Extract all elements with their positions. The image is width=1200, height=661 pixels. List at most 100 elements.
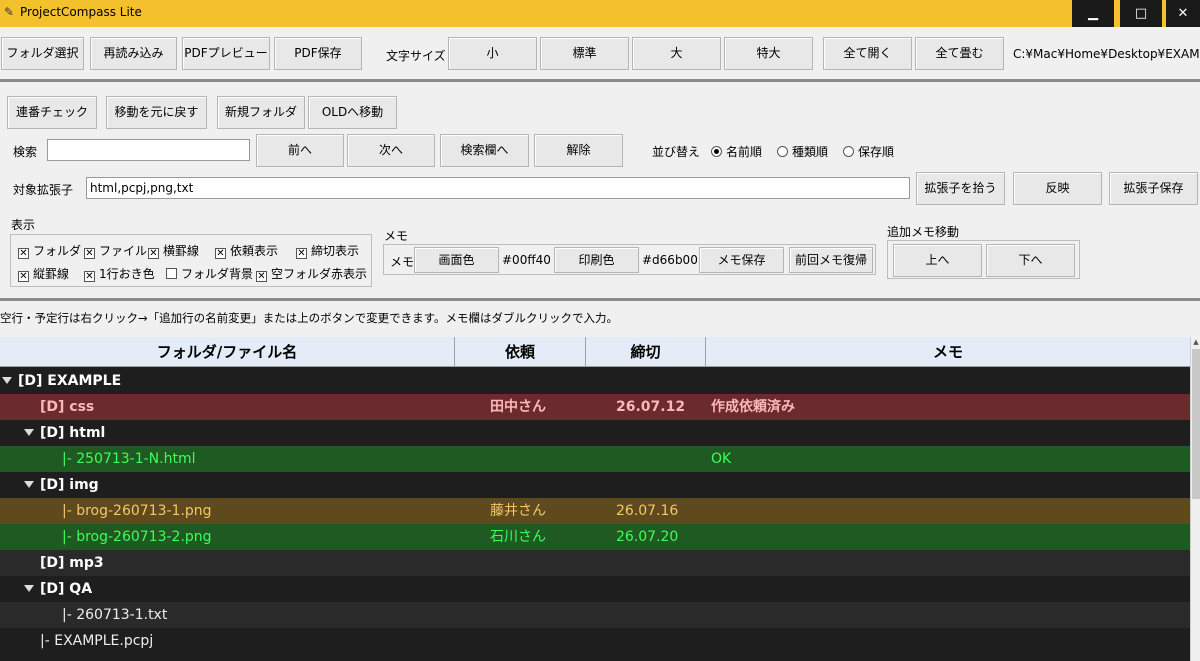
control-panel: フォルダ選択 再読み込み PDFプレビュー PDF保存 文字サイズ 小 標準 大… — [0, 27, 1200, 337]
sort-by-saved-radio[interactable]: 保存順 — [843, 143, 894, 160]
pick-extensions-button[interactable]: 拡張子を拾う — [916, 172, 1005, 205]
tree-row[interactable]: |- brog-260713-1.png 藤井さん 26.07.16 — [0, 498, 1190, 524]
vertical-scrollbar[interactable]: ▲ — [1190, 337, 1200, 661]
serial-check-button[interactable]: 連番チェック — [7, 96, 97, 129]
memo-inner-label: メモ — [390, 255, 415, 269]
pdf-save-button[interactable]: PDF保存 — [274, 37, 362, 70]
column-header-request[interactable]: 依頼 — [455, 337, 586, 367]
row-name-cell: [D] mp3 — [40, 550, 104, 576]
row-memo-cell[interactable]: 作成依頼済み — [711, 394, 795, 420]
display-group-label: 表示 — [11, 218, 36, 232]
search-prev-button[interactable]: 前へ — [256, 134, 344, 167]
checkmark-icon: ✕ — [148, 248, 159, 259]
row-name-cell: [D] css — [40, 394, 94, 420]
tree-row[interactable]: |- 260713-1.txt — [0, 602, 1190, 628]
row-name-cell: [D] QA — [24, 576, 92, 602]
extensions-input[interactable] — [86, 177, 910, 199]
folder-background-checkbox[interactable]: フォルダ背景 — [166, 265, 253, 282]
maximize-button[interactable]: □ — [1120, 0, 1162, 27]
row-request-cell: 石川さん — [490, 529, 546, 545]
memo-group-label: メモ — [384, 229, 409, 243]
show-folders-checkbox[interactable]: ✕ フォルダ — [18, 242, 81, 259]
pdf-preview-button[interactable]: PDFプレビュー — [182, 37, 270, 70]
memo-move-down-button[interactable]: 下へ — [986, 244, 1075, 277]
select-folder-button[interactable]: フォルダ選択 — [1, 37, 84, 70]
sort-label: 並び替え — [652, 145, 701, 159]
scrollbar-thumb[interactable] — [1192, 349, 1200, 499]
save-extensions-button[interactable]: 拡張子保存 — [1109, 172, 1198, 205]
tree-row[interactable]: |- EXAMPLE.pcpj — [0, 628, 1190, 654]
row-name-cell: |- brog-260713-2.png — [62, 524, 212, 550]
checkmark-icon: ✕ — [18, 271, 29, 282]
show-files-checkbox[interactable]: ✕ ファイル — [84, 242, 147, 259]
search-input[interactable] — [47, 139, 250, 161]
empty-folder-red-checkbox[interactable]: ✕ 空フォルダ赤表示 — [256, 265, 367, 282]
tree-row[interactable]: |- brog-260713-2.png 石川さん 26.07.20 — [0, 524, 1190, 550]
move-to-old-button[interactable]: OLDへ移動 — [308, 96, 397, 129]
checkmark-icon: ✕ — [256, 271, 267, 282]
expand-triangle-icon[interactable] — [2, 377, 12, 384]
tree-row[interactable]: [D] mp3 — [0, 550, 1190, 576]
apply-extensions-button[interactable]: 反映 — [1013, 172, 1102, 205]
tree-row[interactable]: [D] html — [0, 420, 1190, 446]
print-color-button[interactable]: 印刷色 — [554, 247, 639, 273]
memo-restore-button[interactable]: 前回メモ復帰 — [789, 247, 873, 273]
memo-save-button[interactable]: メモ保存 — [699, 247, 784, 273]
show-request-checkbox[interactable]: ✕ 依頼表示 — [215, 242, 278, 259]
horizontal-lines-checkbox[interactable]: ✕ 横罫線 — [148, 242, 199, 259]
show-deadline-checkbox[interactable]: ✕ 締切表示 — [296, 242, 359, 259]
font-size-normal-button[interactable]: 標準 — [540, 37, 629, 70]
font-size-label: 文字サイズ — [386, 49, 446, 63]
extensions-label: 対象拡張子 — [13, 183, 74, 197]
minimize-button[interactable]: ▁ — [1072, 0, 1114, 27]
collapse-all-button[interactable]: 全て畳む — [915, 37, 1004, 70]
display-options-group: ✕ フォルダ ✕ ファイル ✕ 横罫線 ✕ 依頼表示 ✕ 締切表示 ✕ 縦罫線 ✕ 1行おき色… — [10, 234, 372, 287]
to-search-field-button[interactable]: 検索欄へ — [440, 134, 529, 167]
checkmark-icon: ✕ — [215, 248, 226, 259]
expand-all-button[interactable]: 全て開く — [823, 37, 912, 70]
tree-row[interactable]: [D] QA — [0, 576, 1190, 602]
screen-color-value: #00ff40 — [502, 253, 551, 267]
reload-button[interactable]: 再読み込み — [90, 37, 177, 70]
undo-move-button[interactable]: 移動を元に戻す — [106, 96, 207, 129]
close-button[interactable]: ✕ — [1166, 0, 1200, 27]
expand-triangle-icon[interactable] — [24, 429, 34, 436]
row-name-text: [D] img — [40, 477, 99, 493]
alternate-row-color-checkbox[interactable]: ✕ 1行おき色 — [84, 265, 155, 282]
scroll-up-icon[interactable]: ▲ — [1192, 337, 1200, 347]
vertical-lines-checkbox[interactable]: ✕ 縦罫線 — [18, 265, 69, 282]
search-clear-button[interactable]: 解除 — [534, 134, 623, 167]
row-request-cell: 田中さん — [490, 399, 546, 415]
memo-move-up-button[interactable]: 上へ — [893, 244, 982, 277]
font-size-small-button[interactable]: 小 — [448, 37, 537, 70]
tree-row[interactable]: |- 250713-1-N.html OK — [0, 446, 1190, 472]
usage-hint: 空行・予定行は右クリック→「追加行の名前変更」または上のボタンで変更できます。メ… — [0, 311, 618, 325]
file-tree[interactable]: フォルダ/ファイル名 依頼 締切 メモ [D] EXAMPLE [D] css 田中… — [0, 337, 1190, 661]
tree-row[interactable]: [D] img — [0, 472, 1190, 498]
row-name-cell: |- 250713-1-N.html — [62, 446, 196, 472]
row-deadline-cell: 26.07.16 — [616, 503, 679, 519]
column-header-deadline[interactable]: 締切 — [586, 337, 706, 367]
table-header: フォルダ/ファイル名 依頼 締切 メモ — [0, 337, 1190, 367]
row-memo-cell[interactable]: OK — [711, 446, 731, 472]
tree-row[interactable]: [D] EXAMPLE — [0, 368, 1190, 394]
row-name-text: |- 250713-1-N.html — [62, 451, 196, 467]
new-folder-button[interactable]: 新規フォルダ — [217, 96, 305, 129]
font-size-xlarge-button[interactable]: 特大 — [724, 37, 813, 70]
row-name-cell: [D] EXAMPLE — [2, 368, 121, 394]
expand-triangle-icon[interactable] — [24, 481, 34, 488]
screen-color-button[interactable]: 画面色 — [414, 247, 499, 273]
tree-row[interactable]: [D] css 田中さん 26.07.12 作成依頼済み — [0, 394, 1190, 420]
sort-by-type-radio[interactable]: 種類順 — [777, 143, 828, 160]
row-name-text: |- 260713-1.txt — [62, 607, 168, 623]
column-header-memo[interactable]: メモ — [706, 337, 1190, 367]
row-name-text: |- brog-260713-1.png — [62, 503, 212, 519]
expand-triangle-icon[interactable] — [24, 585, 34, 592]
font-size-large-button[interactable]: 大 — [632, 37, 721, 70]
row-name-cell: [D] html — [24, 420, 105, 446]
sort-by-name-radio[interactable]: 名前順 — [711, 143, 762, 160]
column-header-name[interactable]: フォルダ/ファイル名 — [0, 337, 455, 367]
search-next-button[interactable]: 次へ — [347, 134, 435, 167]
row-name-text: [D] mp3 — [40, 555, 104, 571]
folder-path: C:¥Mac¥Home¥Desktop¥EXAMPLE — [1013, 47, 1200, 61]
